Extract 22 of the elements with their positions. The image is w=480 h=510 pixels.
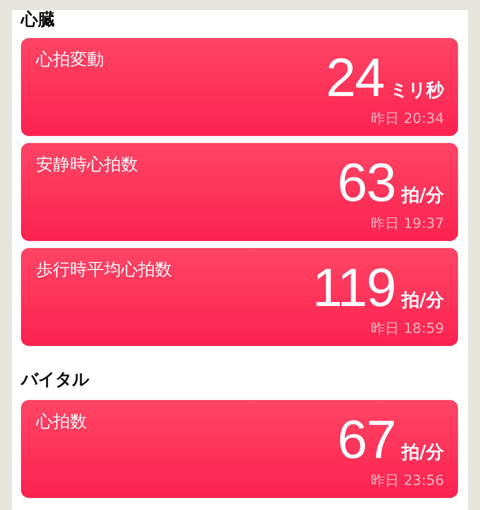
- metric-unit: 拍/分: [401, 441, 444, 464]
- timestamp: 昨日 20:34: [371, 110, 444, 128]
- timestamp: 昨日 23:56: [371, 472, 444, 490]
- timestamp: 昨日 19:37: [371, 215, 444, 233]
- metric-unit: 拍/分: [401, 289, 444, 312]
- timestamp: 昨日 18:59: [371, 320, 444, 338]
- metric-card[interactable]: 心拍数 67 拍/分 昨日 23:56: [21, 400, 458, 498]
- section-title: バイタル: [21, 369, 90, 392]
- metric-unit: 拍/分: [401, 184, 444, 207]
- metric-card[interactable]: 安静時心拍数 63 拍/分 昨日 19:37: [21, 143, 458, 241]
- metric-value: 24: [326, 50, 384, 106]
- metric-card[interactable]: 歩行時平均心拍数 119 拍/分 昨日 18:59: [21, 248, 458, 346]
- metric-card[interactable]: 心拍変動 24 ミリ秒 昨日 20:34: [21, 38, 458, 136]
- metric-label: 安静時心拍数: [36, 155, 138, 177]
- metric-value: 67: [337, 412, 396, 468]
- metric-value: 119: [312, 260, 396, 316]
- metric-label: 心拍数: [36, 412, 87, 434]
- metric-label: 歩行時平均心拍数: [36, 260, 172, 282]
- metric-unit: ミリ秒: [390, 79, 444, 102]
- metric-value: 63: [337, 155, 396, 211]
- metric-label: 心拍変動: [36, 50, 104, 72]
- section-title: 心臓: [21, 10, 56, 32]
